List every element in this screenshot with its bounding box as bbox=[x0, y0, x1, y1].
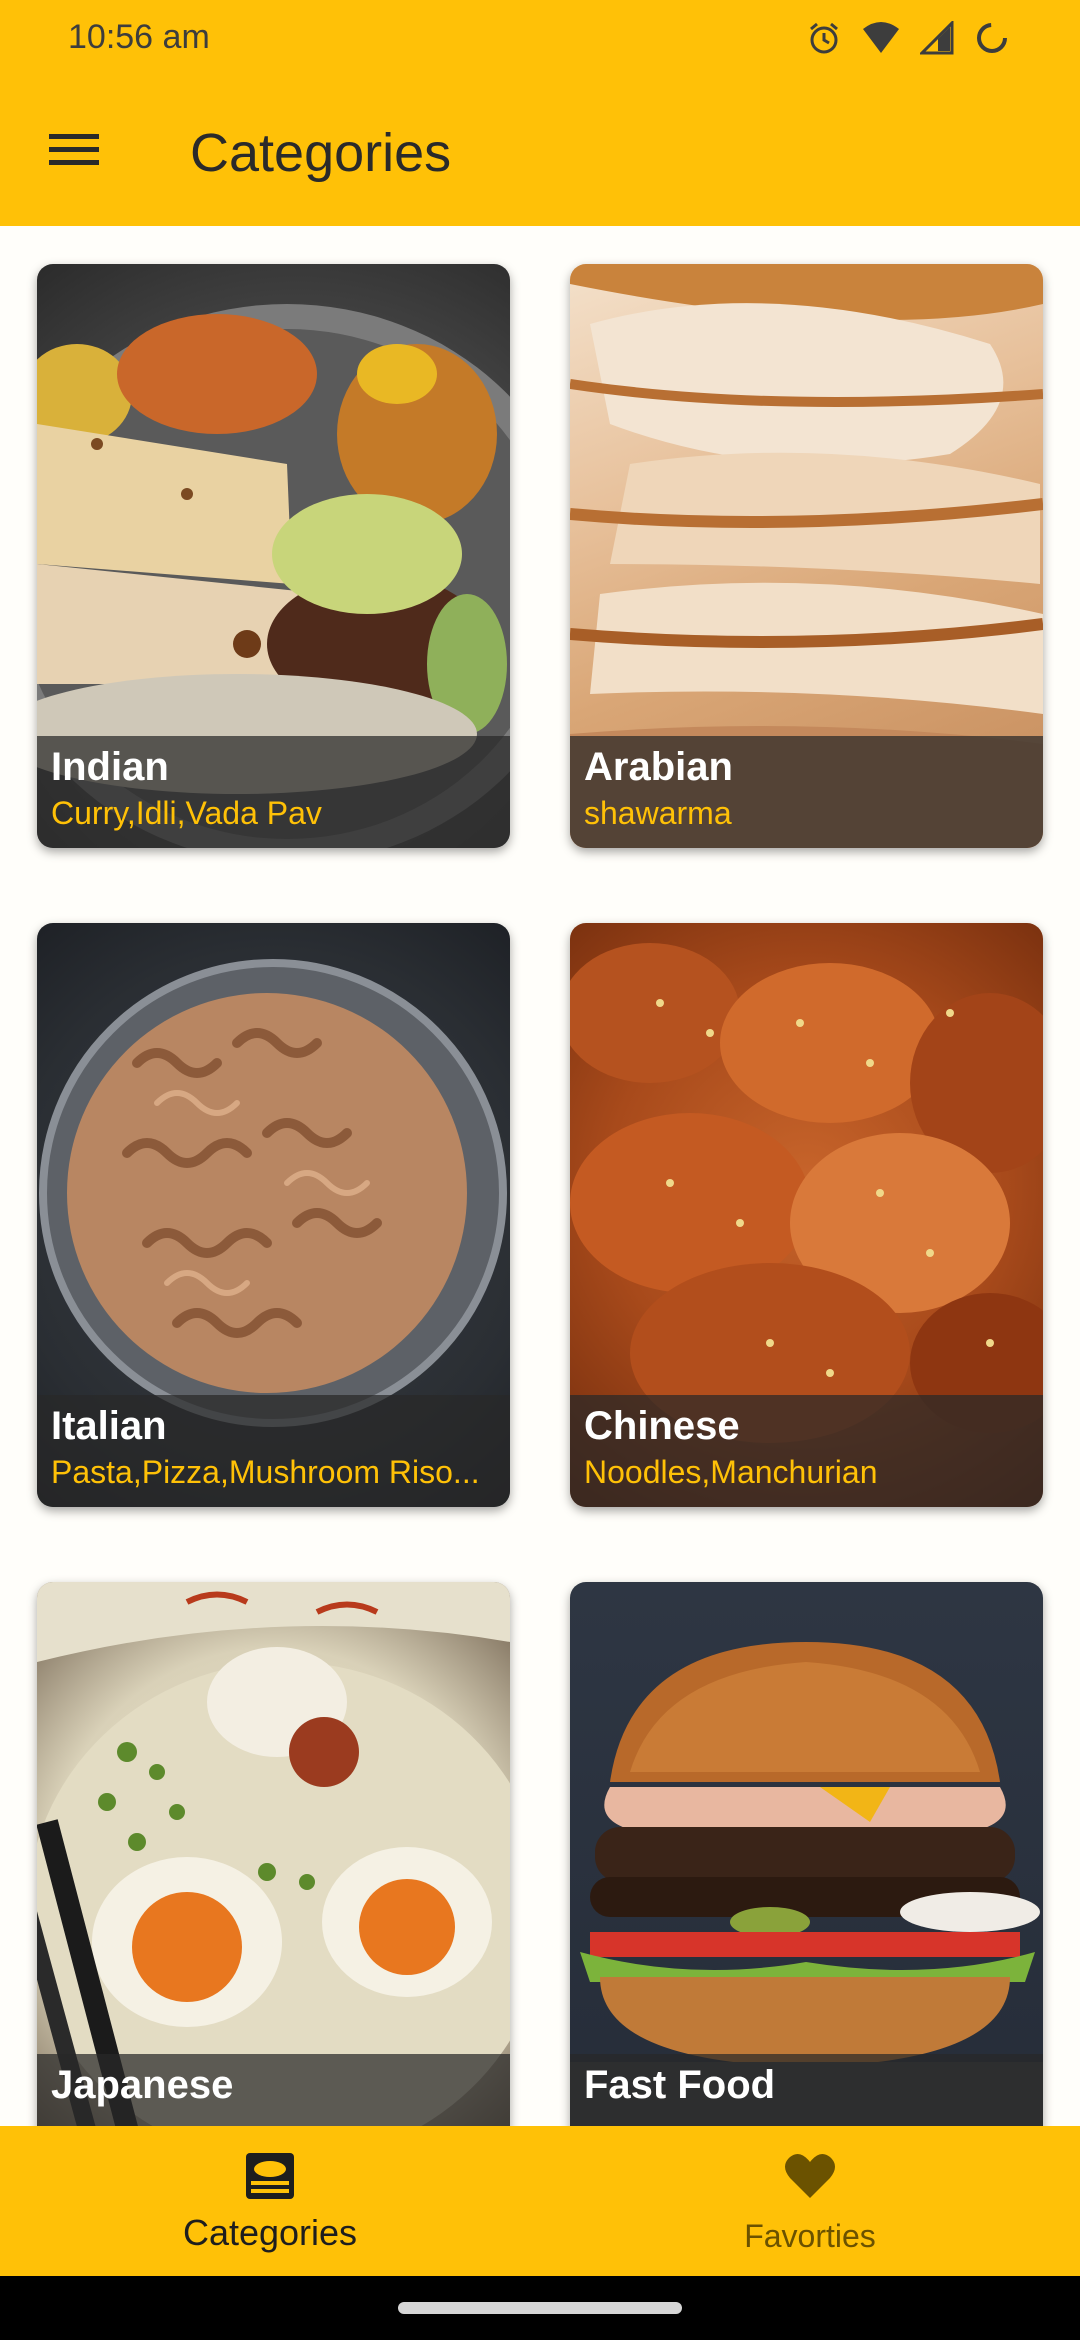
card-caption: Japanese bbox=[37, 2054, 510, 2126]
category-name: Japanese bbox=[51, 2063, 234, 2107]
nav-tab-categories[interactable]: Categories bbox=[0, 2126, 540, 2276]
nav-label-favorites: Favorties bbox=[744, 2218, 876, 2254]
category-items: shawarma bbox=[584, 795, 732, 831]
category-items: Noodles,Manchurian bbox=[584, 1454, 878, 1490]
category-card-chinese[interactable]: Chinese Noodles,Manchurian bbox=[570, 923, 1043, 1507]
battery-saver-icon bbox=[974, 20, 1010, 56]
card-caption: Italian Pasta,Pizza,Mushroom Riso... bbox=[37, 1395, 510, 1507]
japanese-food-image bbox=[37, 1582, 510, 2126]
alarm-icon bbox=[806, 20, 842, 56]
page-title: Categories bbox=[190, 123, 452, 183]
category-name: Italian bbox=[51, 1404, 167, 1448]
status-bar: 10:56 am bbox=[0, 0, 1080, 80]
card-caption: Fast Food bbox=[570, 2054, 1043, 2126]
category-name: Arabian bbox=[584, 745, 733, 789]
card-caption: Chinese Noodles,Manchurian bbox=[570, 1395, 1043, 1507]
status-time: 10:56 am bbox=[68, 18, 210, 56]
category-card-indian[interactable]: Indian Curry,Idli,Vada Pav bbox=[37, 264, 510, 848]
wifi-icon bbox=[862, 21, 900, 55]
category-items: Curry,Idli,Vada Pav bbox=[51, 795, 322, 831]
category-dish-icon bbox=[243, 2148, 297, 2204]
nav-label-categories: Categories bbox=[182, 2212, 358, 2253]
hamburger-menu-icon bbox=[49, 132, 99, 173]
card-caption: Arabian shawarma bbox=[570, 736, 1043, 848]
nav-tab-favorites[interactable]: Favorties bbox=[540, 2126, 1080, 2276]
category-name: Chinese bbox=[584, 1404, 740, 1448]
category-items: Pasta,Pizza,Mushroom Riso... bbox=[51, 1454, 480, 1490]
category-card-italian[interactable]: Italian Pasta,Pizza,Mushroom Riso... bbox=[37, 923, 510, 1507]
status-icons bbox=[806, 20, 1010, 56]
category-name: Indian bbox=[51, 745, 169, 789]
signal-icon bbox=[920, 21, 954, 55]
category-card-arabian[interactable]: Arabian shawarma bbox=[570, 264, 1043, 848]
app-bar: Categories bbox=[0, 80, 1080, 226]
heart-icon bbox=[784, 2148, 836, 2204]
fast-food-image bbox=[570, 1582, 1043, 2126]
category-name: Fast Food bbox=[584, 2063, 776, 2107]
menu-button[interactable] bbox=[38, 116, 110, 188]
category-card-fast-food[interactable]: Fast Food bbox=[570, 1582, 1043, 2126]
category-grid: Indian Curry,Idli,Vada Pav Arabian shawa… bbox=[0, 226, 1080, 2126]
category-card-japanese[interactable]: Japanese bbox=[37, 1582, 510, 2126]
home-gesture-handle[interactable] bbox=[398, 2302, 682, 2314]
app-root: 10:56 am Categories Indian Curry,Idli,Va… bbox=[0, 0, 1080, 2340]
bottom-navigation: Categories Favorties bbox=[0, 2126, 1080, 2276]
card-caption: Indian Curry,Idli,Vada Pav bbox=[37, 736, 510, 848]
system-navigation-bar bbox=[0, 2276, 1080, 2340]
